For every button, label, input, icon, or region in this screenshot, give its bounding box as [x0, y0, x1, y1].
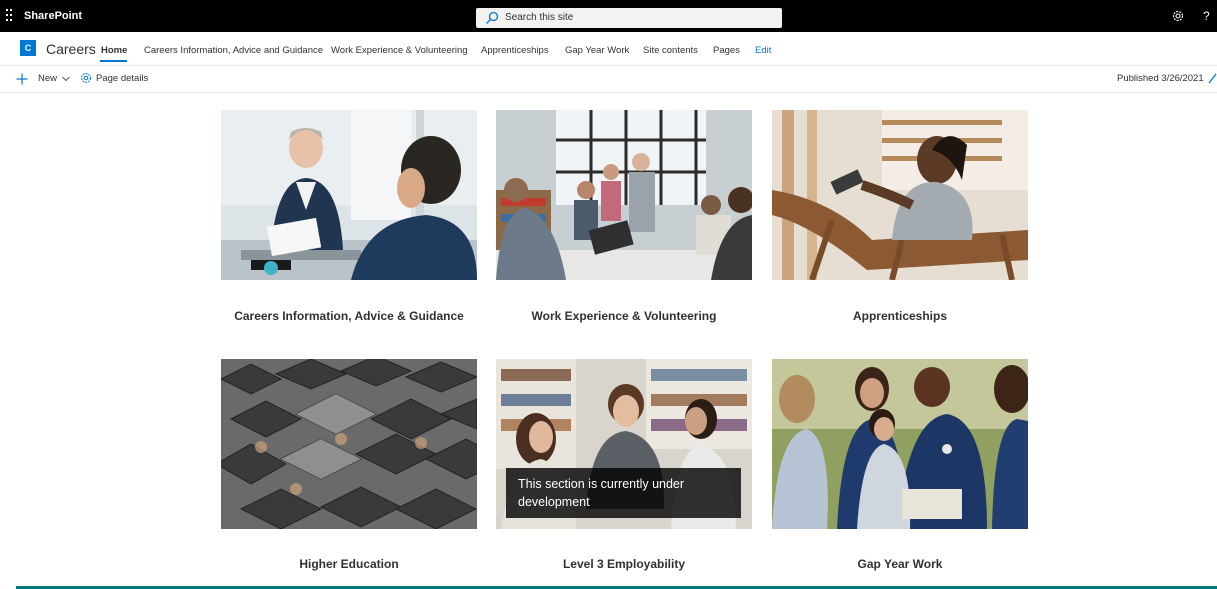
- command-bar-divider: [0, 92, 1217, 93]
- page-details-button[interactable]: Page details: [96, 72, 148, 86]
- nav-edit-link[interactable]: Edit: [755, 44, 771, 57]
- tile-image-higher-education[interactable]: [221, 359, 477, 529]
- search-placeholder: Search this site: [505, 12, 574, 23]
- site-title[interactable]: Careers: [46, 40, 96, 58]
- plus-icon[interactable]: [16, 73, 28, 85]
- nav-active-indicator: [100, 60, 127, 62]
- tile-title-level-3-employability[interactable]: Level 3 Employability: [496, 556, 752, 572]
- search-input[interactable]: Search this site: [476, 8, 782, 28]
- tile-image-work-experience[interactable]: [496, 110, 752, 280]
- app-launcher-icon[interactable]: [6, 9, 12, 23]
- tile-title-gap-year-work[interactable]: Gap Year Work: [772, 556, 1028, 572]
- tile-overlay-notice: This section is currently under developm…: [506, 468, 741, 518]
- app-name[interactable]: SharePoint: [24, 0, 82, 32]
- chevron-down-icon[interactable]: [62, 76, 70, 82]
- tile-image-gap-year-work[interactable]: [772, 359, 1028, 529]
- under-development-notice: This section is currently under developm…: [518, 477, 685, 509]
- header-divider: [0, 65, 1217, 66]
- nav-pages[interactable]: Pages: [713, 44, 740, 57]
- tile-title-higher-education[interactable]: Higher Education: [221, 556, 477, 572]
- tile-image-apprenticeships[interactable]: [772, 110, 1028, 280]
- search-icon: [486, 11, 499, 24]
- help-icon[interactable]: ?: [1203, 0, 1210, 32]
- nav-apprenticeships[interactable]: Apprenticeships: [481, 44, 549, 57]
- settings-gear-icon[interactable]: [1171, 9, 1185, 23]
- nav-work-experience[interactable]: Work Experience & Volunteering: [331, 44, 468, 57]
- nav-home[interactable]: Home: [101, 44, 127, 57]
- tile-title-careers-information[interactable]: Careers Information, Advice & Guidance: [221, 308, 477, 324]
- tile-image-careers-information[interactable]: [221, 110, 477, 280]
- page-details-gear-icon[interactable]: [80, 72, 92, 84]
- new-button[interactable]: New: [38, 72, 57, 86]
- tile-title-apprenticeships[interactable]: Apprenticeships: [772, 308, 1028, 324]
- pencil-edit-icon[interactable]: [1207, 72, 1217, 84]
- tile-title-work-experience[interactable]: Work Experience & Volunteering: [496, 308, 752, 324]
- published-status: Published 3/26/2021: [1117, 73, 1204, 84]
- site-logo[interactable]: C: [20, 40, 36, 56]
- nav-site-contents[interactable]: Site contents: [643, 44, 698, 57]
- nav-careers-information[interactable]: Careers Information, Advice and Guidance: [144, 44, 323, 57]
- suite-bar: SharePoint Search this site ?: [0, 0, 1217, 32]
- nav-gap-year-work[interactable]: Gap Year Work: [565, 44, 629, 57]
